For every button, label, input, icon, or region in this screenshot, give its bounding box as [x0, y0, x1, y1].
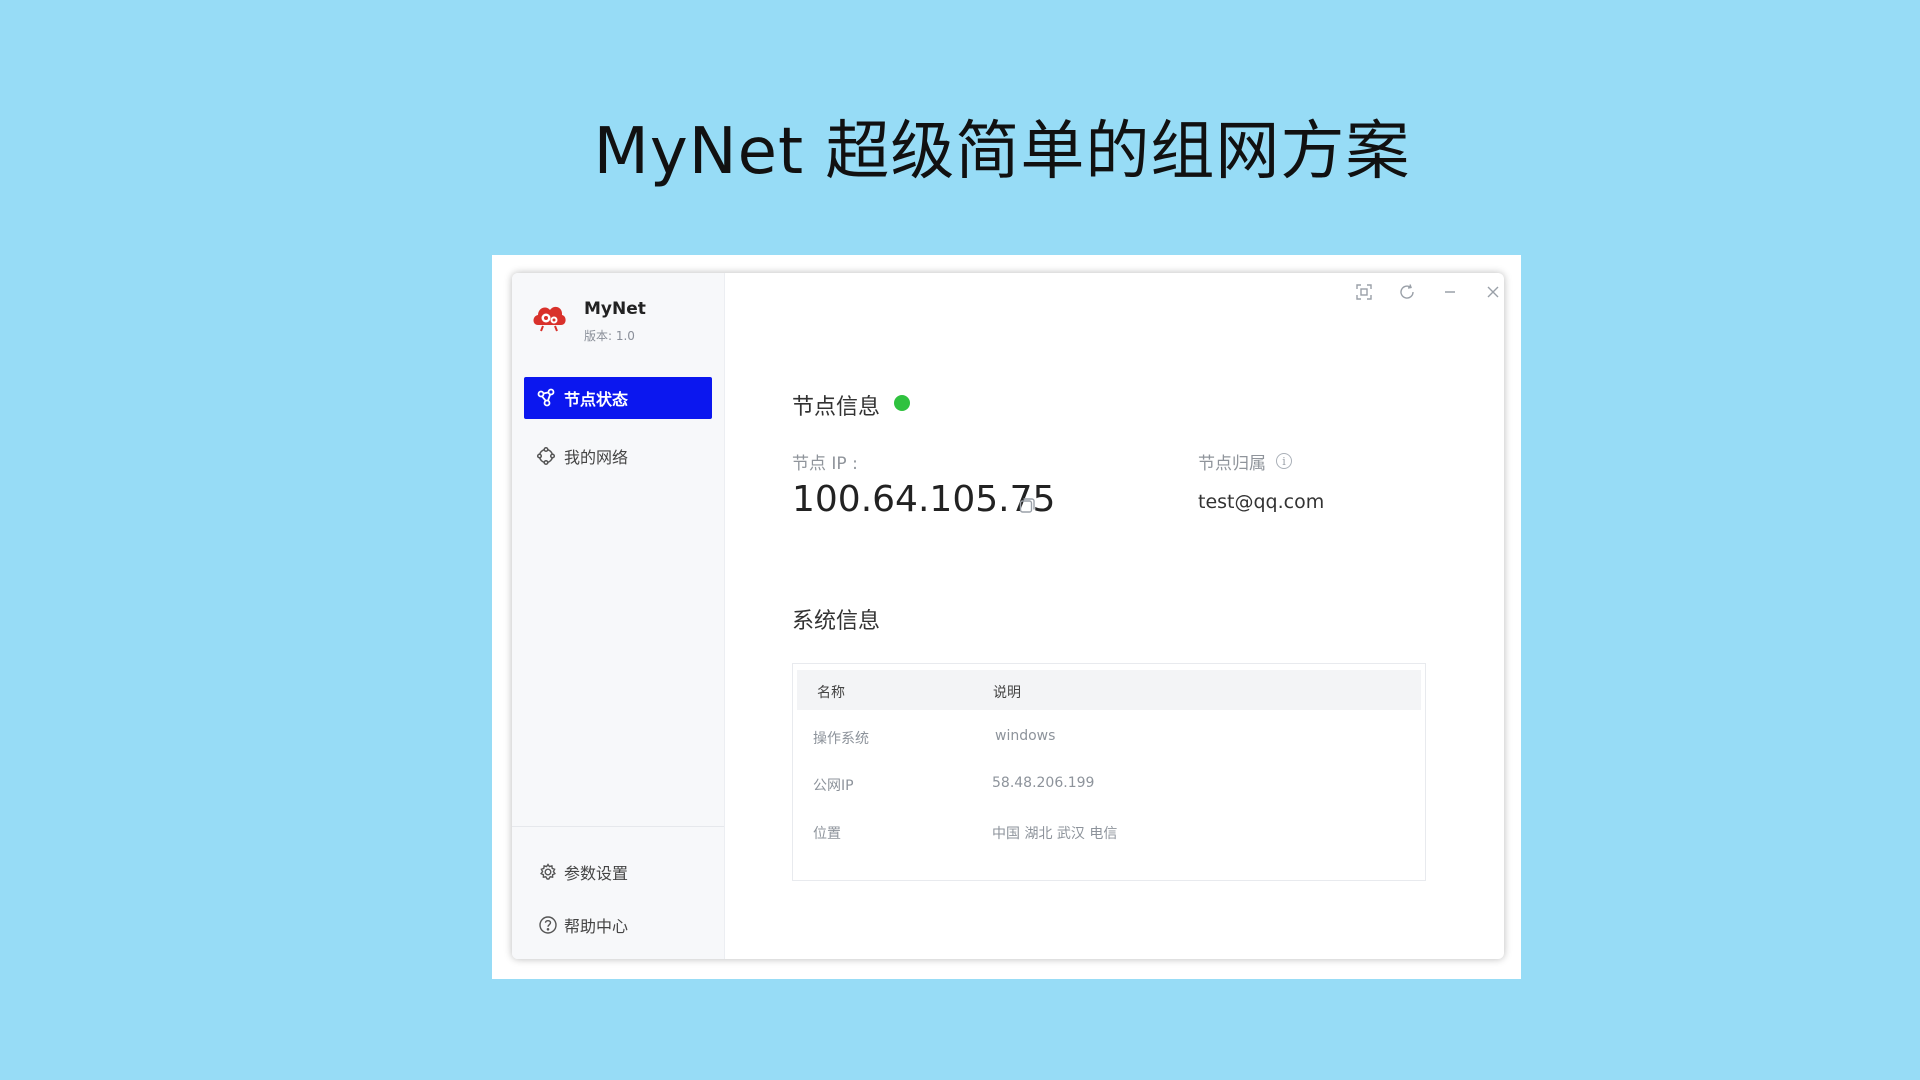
- table-header: [797, 670, 1421, 710]
- app-version: 版本: 1.0: [584, 329, 635, 343]
- row-public-ip-name: 公网IP: [813, 778, 854, 794]
- help-center-button[interactable]: 帮助中心: [538, 910, 628, 940]
- sidebar-divider: [512, 826, 724, 827]
- nav-item-my-network[interactable]: 我的网络: [524, 435, 712, 477]
- gear-icon: [538, 862, 558, 882]
- row-location-desc: 中国 湖北 武汉 电信: [992, 826, 1118, 842]
- node-owner-label: 节点归属: [1198, 454, 1266, 474]
- system-info-table: 名称 说明 操作系统 windows 公网IP 58.48.206.199 位置…: [792, 663, 1426, 881]
- node-owner-value: test@qq.com: [1198, 491, 1325, 513]
- share-nodes-icon: [536, 388, 556, 408]
- help-circle-icon: [538, 915, 558, 935]
- settings-label: 参数设置: [564, 864, 629, 883]
- main-content: 节点信息 节点 IP : 100.64.105.75 节点归属 i test@q…: [724, 273, 1504, 959]
- screenshot-frame: MyNet 版本: 1.0 节点状态 我的网络 参数设置 帮助中心 节点信息 节…: [492, 255, 1521, 979]
- online-status-dot: [894, 395, 910, 411]
- settings-button[interactable]: 参数设置: [538, 857, 628, 887]
- node-info-title: 节点信息: [792, 395, 881, 420]
- copy-icon[interactable]: [1018, 497, 1036, 515]
- nav-item-node-status[interactable]: 节点状态: [524, 377, 712, 419]
- node-ip-label: 节点 IP :: [792, 454, 858, 474]
- row-os-desc: windows: [995, 728, 1056, 744]
- row-location-name: 位置: [813, 826, 841, 842]
- column-header-desc: 说明: [993, 685, 1021, 701]
- column-header-name: 名称: [817, 685, 845, 701]
- app-name: MyNet: [584, 299, 646, 319]
- network-ring-icon: [536, 446, 556, 466]
- sidebar: MyNet 版本: 1.0 节点状态 我的网络 参数设置 帮助中心: [512, 273, 725, 959]
- row-os-name: 操作系统: [813, 731, 869, 747]
- row-public-ip-desc: 58.48.206.199: [992, 775, 1095, 791]
- info-icon[interactable]: i: [1276, 453, 1292, 469]
- nav-item-label: 节点状态: [564, 390, 629, 409]
- help-center-label: 帮助中心: [564, 917, 629, 936]
- nav-item-label: 我的网络: [564, 448, 629, 467]
- system-info-title: 系统信息: [792, 609, 881, 634]
- node-ip-value: 100.64.105.75: [792, 479, 1056, 520]
- slide-title: MyNet 超级简单的组网方案: [593, 115, 1411, 189]
- cloud-logo-icon: [533, 306, 566, 332]
- app-window: MyNet 版本: 1.0 节点状态 我的网络 参数设置 帮助中心 节点信息 节…: [512, 273, 1504, 959]
